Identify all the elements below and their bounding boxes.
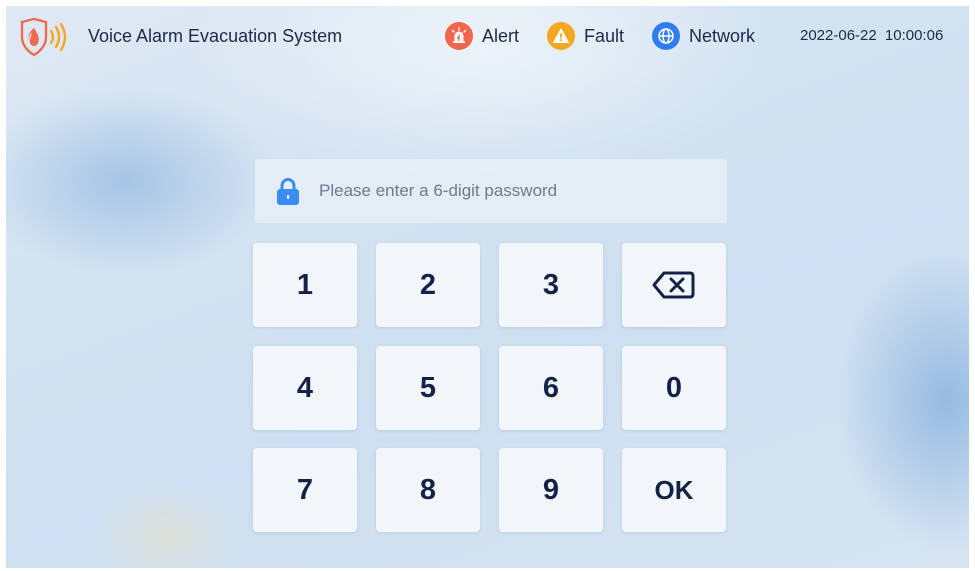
key-0[interactable]: 0 [622,346,726,430]
status-network-label: Network [689,25,756,46]
password-input[interactable] [319,159,709,223]
header-bar: Voice Alarm Evacuation System Alert Faul… [6,6,969,66]
warning-icon [547,22,575,50]
key-3[interactable]: 3 [499,243,603,327]
screen: Voice Alarm Evacuation System Alert Faul… [6,6,969,568]
fire-sound-shield-logo [20,17,67,57]
key-8[interactable]: 8 [376,448,480,532]
app-title: Voice Alarm Evacuation System [88,26,343,46]
globe-icon [652,22,680,50]
key-4[interactable]: 4 [253,346,357,430]
status-fault[interactable]: Fault [547,21,624,51]
status-network[interactable]: Network [652,21,755,51]
password-field[interactable] [255,159,727,223]
datetime: 2022-06-22 10:00:06 [800,27,944,44]
key-2[interactable]: 2 [376,243,480,327]
alarm-siren-icon [445,22,473,50]
lock-icon [277,178,299,205]
status-alert-label: Alert [482,25,520,46]
status-fault-label: Fault [584,25,625,46]
key-9[interactable]: 9 [499,448,603,532]
backspace-key[interactable] [622,243,726,327]
backspace-icon [652,271,695,299]
ok-button[interactable]: OK [622,448,726,532]
status-alert[interactable]: Alert [445,21,519,51]
key-7[interactable]: 7 [253,448,357,532]
key-1[interactable]: 1 [253,243,357,327]
key-5[interactable]: 5 [376,346,480,430]
key-6[interactable]: 6 [499,346,603,430]
